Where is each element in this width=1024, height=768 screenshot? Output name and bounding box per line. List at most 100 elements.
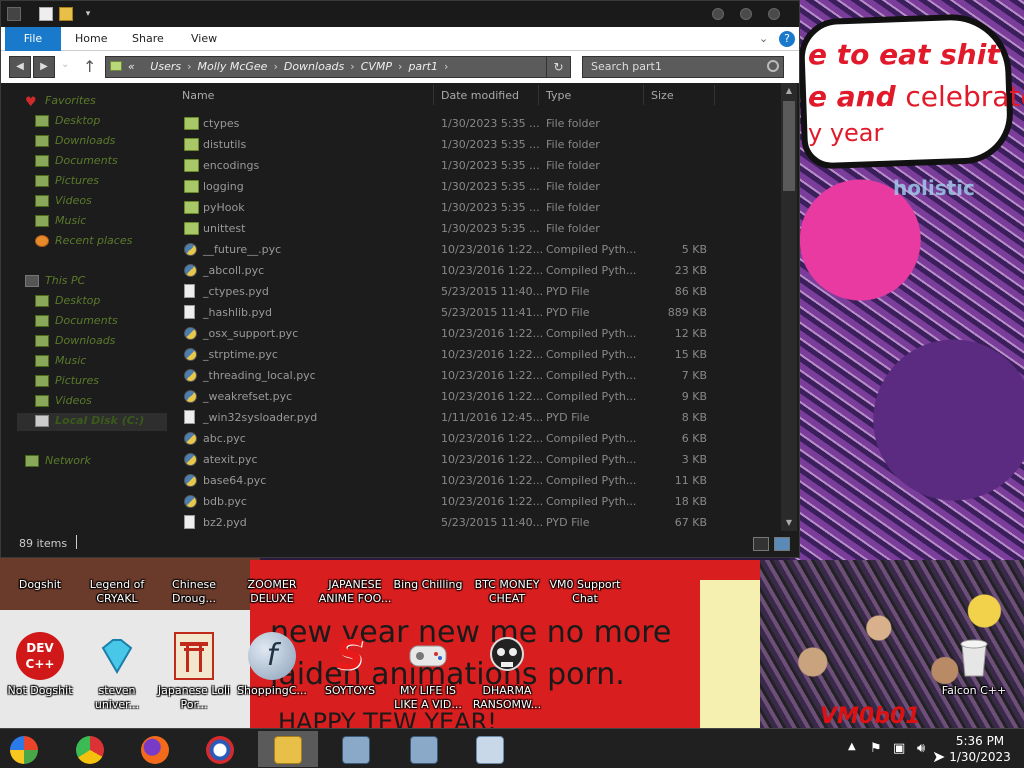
navigation-pane[interactable]: ♥ Favorites Desktop Downloads Documents … [1, 83, 169, 531]
nav-fav-pictures[interactable]: Pictures [35, 171, 99, 191]
volume-icon[interactable]: 🔊︎ [917, 741, 925, 756]
breadcrumb-overflow[interactable]: « [128, 60, 135, 73]
table-row[interactable]: abc.pyc 10/23/2016 1:22... Compiled Pyth..… [169, 428, 781, 449]
nav-pc-local-disk[interactable]: Local Disk (C:) [35, 411, 144, 431]
table-row[interactable]: _abcoll.pyc 10/23/2016 1:22... Compiled Py… [169, 260, 781, 281]
table-row[interactable]: _hashlib.pyd 5/23/2015 11:41... PYD File 88… [169, 302, 781, 323]
nav-fav-desktop[interactable]: Desktop [35, 111, 100, 131]
network-tray-icon[interactable]: ▣ [893, 741, 905, 756]
breadcrumb-downloads[interactable]: Downloads [284, 60, 344, 73]
taskbar-resource-monitor[interactable] [460, 731, 520, 767]
show-hidden-icons-chevron-icon[interactable]: ▲ [848, 741, 856, 752]
nav-fav-downloads[interactable]: Downloads [35, 131, 115, 151]
nav-pc-documents[interactable]: Documents [35, 311, 118, 331]
breadcrumb-cvmp[interactable]: CVMP [361, 60, 392, 73]
help-icon[interactable]: ? [779, 31, 795, 47]
table-row[interactable]: _ctypes.pyd 5/23/2015 11:40... PYD File 86 … [169, 281, 781, 302]
maximize-button[interactable] [740, 8, 752, 20]
window-menu-icon[interactable] [7, 7, 21, 21]
taskbar-obama-app[interactable] [190, 731, 250, 767]
tab-view[interactable]: View [191, 27, 217, 51]
tab-share[interactable]: Share [132, 27, 164, 51]
details-view-button[interactable] [753, 537, 769, 551]
desktop-icon-japanese-anime[interactable]: JAPANESE ANIME FOO... [312, 578, 398, 606]
desktop-icon-falcon-cpp[interactable]: Falcon C++ [936, 632, 1012, 698]
table-row[interactable]: bdb.pyc 10/23/2016 1:22... Compiled Pyth..… [169, 491, 781, 512]
nav-fav-documents[interactable]: Documents [35, 151, 118, 171]
breadcrumb-users[interactable]: Users [150, 60, 181, 73]
recent-locations-chevron-icon[interactable]: ⌄ [61, 59, 69, 70]
table-row[interactable]: _win32sysloader.pyd 1/11/2016 12:45... PYD… [169, 407, 781, 428]
search-icon[interactable] [767, 60, 779, 72]
nav-this-pc[interactable]: This PC [25, 271, 85, 291]
desktop-icon-legend-of-cryakl[interactable]: Legend of CRYAKL [79, 578, 155, 606]
nav-pc-pictures[interactable]: Pictures [35, 371, 99, 391]
desktop-icon-zoomer-deluxe[interactable]: ZOOMER DELUXE [234, 578, 310, 606]
desktop-icon-dogshit[interactable]: Dogshit [2, 578, 78, 592]
desktop-icon-vm0-support-chat[interactable]: VM0 Support Chat [547, 578, 623, 606]
up-arrow-icon[interactable]: ↑ [83, 57, 96, 76]
table-row[interactable]: ctypes 1/30/2023 5:35 ... File folder [169, 113, 781, 134]
large-icons-view-button[interactable] [774, 537, 790, 551]
desktop-icon-soytoys[interactable]: S SOYTOYS [312, 632, 388, 698]
nav-fav-music[interactable]: Music [35, 211, 86, 231]
refresh-button[interactable]: ↻ [546, 57, 570, 77]
table-row[interactable]: base64.pyc 10/23/2016 1:22... Compiled Pyt… [169, 470, 781, 491]
desktop-icon-steven-universe[interactable]: steven univer... [79, 632, 155, 712]
desktop-icon-shoppingc[interactable]: f ShoppingC... [234, 632, 310, 698]
desktop-icon-chinese-drougs[interactable]: Chinese Droug... [156, 578, 232, 606]
desktop-icon-bing-chilling[interactable]: Bing Chilling [390, 578, 466, 592]
customize-toolbar-chevron-icon[interactable]: ▾ [81, 7, 95, 21]
taskbar-chrome[interactable] [60, 731, 120, 767]
nav-pc-videos[interactable]: Videos [35, 391, 92, 411]
nav-fav-recent-places[interactable]: Recent places [35, 231, 132, 251]
table-row[interactable]: atexit.pyc 10/23/2016 1:22... Compiled Pyt… [169, 449, 781, 470]
table-row[interactable]: _strptime.pyc 10/23/2016 1:22... Compiled … [169, 344, 781, 365]
scroll-up-arrow-icon[interactable]: ▲ [783, 85, 795, 97]
address-bar[interactable]: « Users › Molly McGee › Downloads › CVMP › part1… [105, 56, 571, 78]
new-folder-icon[interactable] [59, 7, 73, 21]
desktop-icon-my-life-is-like-a-video[interactable]: MY LIFE IS LIKE A VID... [390, 632, 466, 712]
file-explorer-window[interactable]: ▾ File Home Share View ⌄ ? ◀ ▶ ⌄ ↑ « Use… [0, 0, 800, 558]
table-row[interactable]: __future__.pyc 10/23/2016 1:22... Compiled… [169, 239, 781, 260]
nav-fav-videos[interactable]: Videos [35, 191, 92, 211]
column-header-type[interactable]: Type [546, 87, 571, 105]
title-bar[interactable]: ▾ [1, 1, 799, 27]
column-header-size[interactable]: Size [651, 87, 674, 105]
system-clock[interactable]: 5:36 PM 1/30/2023 [944, 733, 1016, 765]
column-header-name[interactable]: Name [182, 87, 214, 105]
table-row[interactable]: pyHook 1/30/2023 5:35 ... File folder [169, 197, 781, 218]
forward-button[interactable]: ▶ [33, 56, 55, 78]
properties-icon[interactable] [39, 7, 53, 21]
table-row[interactable]: _threading_local.pyc 10/23/2016 1:22... Co… [169, 365, 781, 386]
action-center-flag-icon[interactable]: ⚑ [870, 741, 882, 756]
scroll-down-arrow-icon[interactable]: ▼ [783, 517, 795, 529]
nav-pc-desktop[interactable]: Desktop [35, 291, 100, 311]
vertical-scrollbar[interactable]: ▲ ▼ [781, 83, 797, 531]
desktop-icon-btc-money-cheat[interactable]: BTC MONEY CHEAT [469, 578, 545, 606]
column-header-date-modified[interactable]: Date modified [441, 87, 519, 105]
search-input[interactable]: Search part1 [582, 56, 784, 78]
back-button[interactable]: ◀ [9, 56, 31, 78]
close-button[interactable] [768, 8, 780, 20]
nav-favorites[interactable]: ♥ Favorites [25, 91, 96, 111]
minimize-button[interactable] [712, 8, 724, 20]
taskbar-file-explorer[interactable] [258, 731, 318, 767]
tab-home[interactable]: Home [75, 27, 107, 51]
desktop-icon-not-dogshit[interactable]: DEV C++ Not Dogshit [2, 632, 78, 698]
desktop-icon-dharma-ransomware[interactable]: DHARMA RANSOMW... [469, 632, 545, 712]
scrollbar-thumb[interactable] [783, 101, 795, 191]
nav-pc-music[interactable]: Music [35, 351, 86, 371]
table-row[interactable]: logging 1/30/2023 5:35 ... File folder [169, 176, 781, 197]
table-row[interactable]: bz2.pyd 5/23/2015 11:40... PYD File 67 KB [169, 512, 781, 531]
nav-pc-downloads[interactable]: Downloads [35, 331, 115, 351]
tab-file[interactable]: File [5, 27, 61, 51]
breadcrumb-molly-mcgee[interactable]: Molly McGee [198, 60, 268, 73]
table-row[interactable]: _weakrefset.pyc 10/23/2016 1:22... Compile… [169, 386, 781, 407]
table-row[interactable]: _osx_support.pyc 10/23/2016 1:22... Compil… [169, 323, 781, 344]
taskbar-firefox[interactable] [125, 731, 185, 767]
table-row[interactable]: distutils 1/30/2023 5:35 ... File folder [169, 134, 781, 155]
table-row[interactable]: encodings 1/30/2023 5:35 ... File folder [169, 155, 781, 176]
nav-network[interactable]: Network [25, 451, 91, 471]
table-row[interactable]: unittest 1/30/2023 5:35 ... File folder [169, 218, 781, 239]
